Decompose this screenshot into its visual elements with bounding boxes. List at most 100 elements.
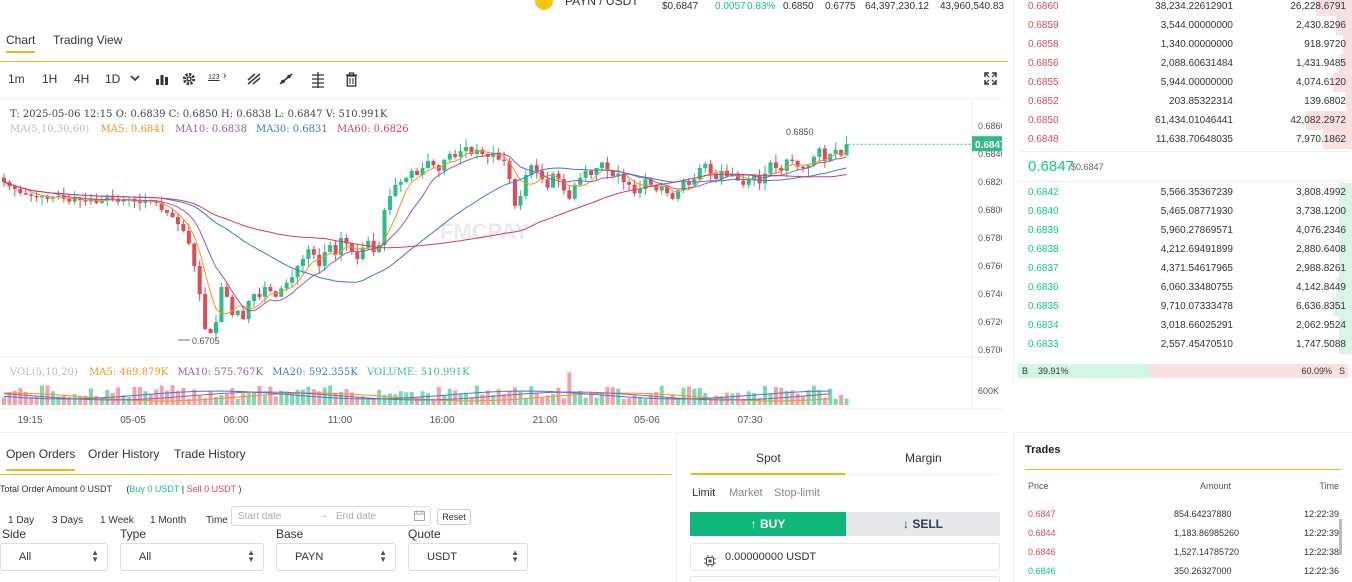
vol-ma10-value: MA10: 575.767K [177,367,263,378]
volume-bar [572,391,577,405]
bid-row[interactable]: 0.6842 5,566.35367239 3,808.4992 [1014,183,1352,202]
balance-field[interactable]: 0.00000000 USDT [690,543,1000,571]
volume-bar [344,388,349,405]
ask-price: 0.6860 [1028,1,1059,12]
tab-order-history[interactable]: Order History [88,447,159,461]
buy-ratio-value: 39.91% [1038,366,1069,376]
draw-ray-icon[interactable] [278,72,294,86]
ask-price: 0.6852 [1028,96,1059,107]
volume-bar [137,386,142,405]
bid-row[interactable]: 0.6834 3,018.66025291 2,062.9524 [1014,316,1352,335]
start-date-input[interactable]: Start date [238,511,281,522]
volume-bar [458,393,463,405]
candle-body [83,200,88,202]
volume-bar [512,387,517,405]
ask-row[interactable]: 0.6858 1,340.00000000 918.9720 [1014,35,1352,54]
indicators-icon[interactable]: 123 › [208,70,226,82]
bid-total: 1,747.5088 [1295,339,1346,350]
tab-spot[interactable]: Spot [756,451,781,465]
volume-bar [420,391,425,405]
volume-bar [474,385,479,405]
ask-row[interactable]: 0.6860 38,234.22612901 26,228.6791 [1014,0,1352,16]
trash-icon[interactable] [345,72,358,87]
ticker-change: 0.0057 [715,1,746,12]
ask-row[interactable]: 0.6850 61,434.01046441 42,082.2972 [1014,111,1352,130]
period-1-day[interactable]: 1 Day [8,515,34,526]
volume-bar [50,391,55,405]
ask-row[interactable]: 0.6859 3,544.00000000 2,430.8296 [1014,16,1352,35]
volume-bar [159,385,164,405]
tab-trading-view[interactable]: Trading View [53,33,122,47]
sell-button-label: SELL [912,517,943,531]
bid-row[interactable]: 0.6837 4,371.54617965 2,988.8261 [1014,259,1352,278]
bid-row[interactable]: 0.6833 2,557.45470510 1,747.5088 [1014,335,1352,354]
bid-row[interactable]: 0.6840 5,465.08771930 3,738.1200 [1014,202,1352,221]
trades-header-time: Time [1319,481,1339,491]
time-tick-label: 19:15 [17,415,42,426]
sell-button[interactable]: ↓ SELL [846,512,1000,536]
interval-1d[interactable]: 1D [105,72,120,86]
chevron-down-icon[interactable] [130,73,140,83]
buy-button[interactable]: ↑ BUY [690,512,846,536]
base-select[interactable]: PAYN ▲ ▼ [276,543,396,571]
end-date-input[interactable]: End date [336,511,376,522]
volume-bar [322,387,327,405]
interval-4h[interactable]: 4H [74,72,89,86]
fibonacci-icon[interactable] [311,72,325,88]
price-chart[interactable]: T: 2025-05-06 12:15 O: 0.6839 C: 0.6850 … [0,98,1002,428]
candle-body [589,170,594,175]
type-select[interactable]: All ▲ ▼ [120,543,264,571]
volume-bar [480,394,485,405]
fullscreen-icon[interactable] [984,72,997,85]
depth-bar [1346,92,1352,111]
candle-body [670,193,675,199]
price-input[interactable] [690,576,1000,582]
order-type-stop-limit[interactable]: Stop-limit [774,487,820,499]
bid-row[interactable]: 0.6838 4,212.69491899 2,880.6408 [1014,240,1352,259]
candle-body [839,149,844,156]
candle-body [366,240,371,248]
ask-row[interactable]: 0.6848 11,638.70648035 7,970.1862 [1014,130,1352,149]
tab-chart[interactable]: Chart [6,33,36,53]
ask-price: 0.6856 [1028,58,1059,69]
volume-bar [219,395,224,405]
settings-gear-icon[interactable] [182,72,196,86]
trades-header-price: Price [1028,481,1049,491]
bid-row[interactable]: 0.6836 6,060.33480755 4,142.8449 [1014,278,1352,297]
trades-header-amount: Amount [1200,481,1232,491]
candle-body [632,184,637,194]
volume-bar [143,391,148,405]
period-1-month[interactable]: 1 Month [150,515,186,526]
ma-line-ma60 [3,173,847,249]
ask-total: 2,430.8296 [1295,20,1346,31]
candle-body [387,196,392,210]
bid-row[interactable]: 0.6839 5,960.27869571 4,076.2346 [1014,221,1352,240]
date-range-picker[interactable]: Start date → End date [231,506,431,526]
volume-bar [529,386,534,405]
period-1-week[interactable]: 1 Week [100,515,134,526]
tab-trade-history[interactable]: Trade History [174,447,246,461]
volume-bar [377,389,382,405]
ask-row[interactable]: 0.6852 203.85322314 139.6802 [1014,92,1352,111]
order-type-market[interactable]: Market [729,487,763,499]
ask-row[interactable]: 0.6855 5,944.00000000 4,074.6120 [1014,73,1352,92]
quote-select[interactable]: USDT ▲ ▼ [408,543,528,571]
candle-type-icon[interactable] [155,72,169,86]
side-select[interactable]: All ▲ ▼ [0,543,108,571]
period-3-days[interactable]: 3 Days [52,515,83,526]
candle-body [224,287,229,297]
trades-scrollbar[interactable] [1339,519,1342,555]
ask-row[interactable]: 0.6856 2,088.60631484 1,431.9485 [1014,54,1352,73]
draw-trend-line-icon[interactable] [246,72,262,86]
trade-time: 12:22:38 [1303,547,1339,557]
bid-row[interactable]: 0.6835 9,710.07333478 6,636.8351 [1014,297,1352,316]
reset-button[interactable]: Reset [437,509,471,525]
tab-open-orders[interactable]: Open Orders [6,447,76,471]
trade-price: 0.6844 [1028,528,1056,538]
order-type-limit[interactable]: Limit [692,487,715,499]
interval-1m[interactable]: 1m [8,72,25,86]
trade-row: 0.6846 350.26327000 12:22:36 [1014,564,1352,582]
calendar-icon[interactable] [414,510,425,524]
tab-margin[interactable]: Margin [905,451,942,465]
interval-1h[interactable]: 1H [42,72,57,86]
